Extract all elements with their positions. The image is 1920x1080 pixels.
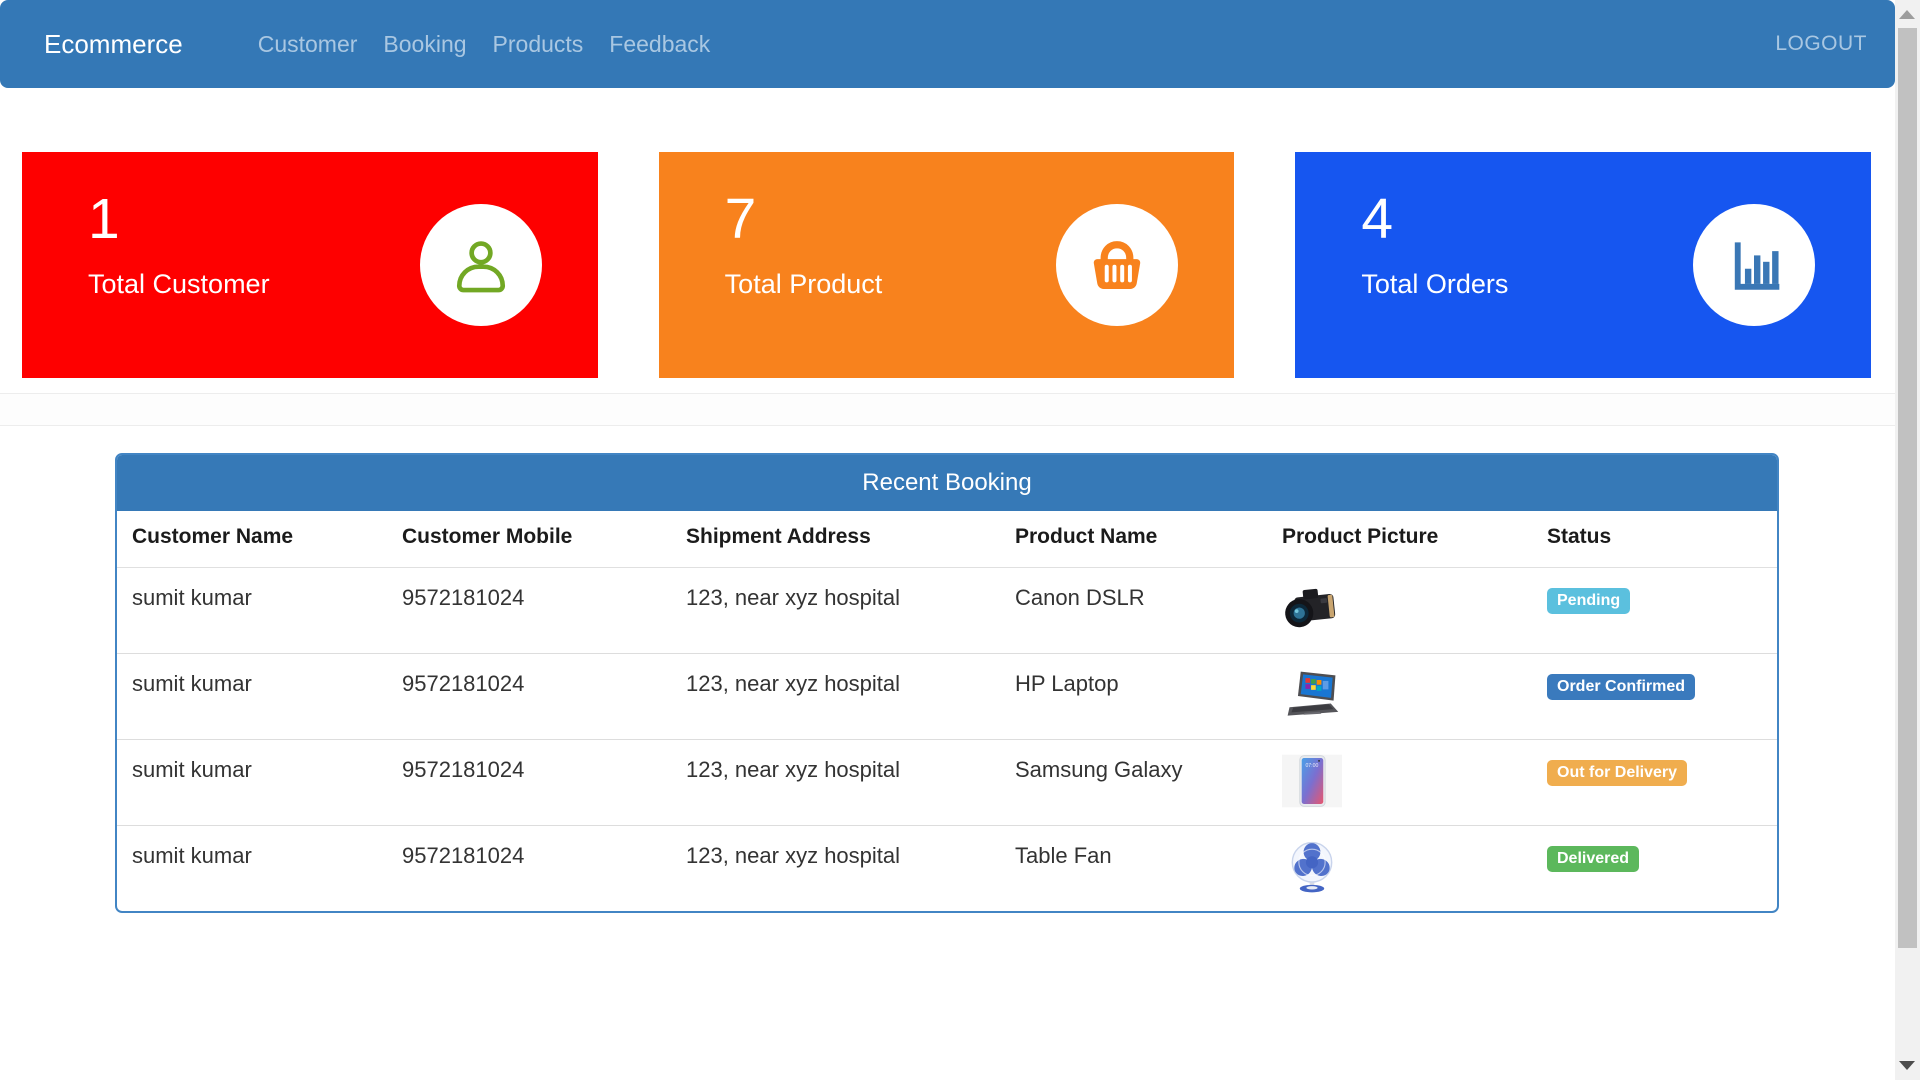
booking-row: sumit kumar 9572181024 123, near xyz hos… (117, 738, 1777, 825)
status-badge-out-for-delivery: Out for Delivery (1547, 759, 1688, 786)
section-divider (0, 393, 1895, 426)
col-shipment-address: Shipment Address (671, 511, 1000, 568)
cell-customer-mobile: 9572181024 (387, 824, 671, 911)
stat-card-total-product: 7 Total Product (658, 152, 1235, 378)
nav-item-customer[interactable]: Customer (245, 31, 371, 58)
booking-row: sumit kumar 9572181024 123, near xyz hos… (117, 824, 1777, 911)
cell-customer-name: sumit kumar (132, 584, 252, 610)
nav-item-feedback[interactable]: Feedback (596, 31, 723, 58)
scrollbar-thumb[interactable] (1898, 28, 1917, 948)
nav-links: Customer Booking Products Feedback (245, 31, 724, 58)
bar-chart-icon (1693, 204, 1816, 326)
recent-booking-panel: Recent Booking Customer Name Customer Mo… (115, 453, 1779, 913)
stat-cards: 1 Total Customer 7 Total Product 4 Total… (22, 152, 1872, 378)
cell-product-name: Canon DSLR (1015, 584, 1145, 610)
status-badge-pending: Pending (1547, 587, 1631, 614)
top-navbar: Ecommerce Customer Booking Products Feed… (0, 0, 1895, 88)
stat-card-total-orders: 4 Total Orders (1295, 152, 1872, 378)
status-badge-delivered: Delivered (1547, 845, 1640, 872)
svg-text:07:00: 07:00 (1305, 762, 1318, 768)
cell-product-picture (1267, 567, 1532, 653)
booking-row: sumit kumar 9572181024 123, near xyz hos… (117, 567, 1777, 653)
cell-customer-name: sumit kumar (117, 738, 387, 825)
col-product-name: Product Name (1000, 511, 1267, 568)
col-customer-mobile: Customer Mobile (387, 511, 671, 568)
status-badge-order-confirmed: Order Confirmed (1547, 673, 1696, 700)
recent-booking-table: Customer Name Customer Mobile Shipment A… (117, 511, 1777, 911)
cell-shipment-address: 123, near xyz hospital (671, 824, 1000, 911)
stat-card-total-customer: 1 Total Customer (22, 152, 598, 378)
cell-product-name: Table Fan (1000, 824, 1267, 911)
cell-shipment-address: 123, near xyz hospital (671, 738, 1000, 825)
vertical-scrollbar[interactable] (1895, 0, 1920, 1080)
page: Ecommerce Customer Booking Products Feed… (0, 0, 1895, 913)
cell-product-picture: 07:00 (1267, 738, 1532, 825)
basket-icon (1056, 204, 1179, 326)
cell-status: Delivered (1532, 824, 1777, 911)
cell-customer-mobile: 9572181024 (402, 584, 525, 610)
brand-ecommerce[interactable]: Ecommerce (44, 29, 183, 60)
cell-product-name: HP Laptop (1000, 652, 1267, 739)
cell-customer-name: sumit kumar (117, 652, 387, 739)
panel-title: Recent Booking (117, 455, 1777, 511)
nav-item-booking[interactable]: Booking (370, 31, 479, 58)
cell-shipment-address: 123, near xyz hospital (671, 652, 1000, 739)
col-customer-name: Customer Name (117, 511, 387, 568)
fan-photo (1282, 839, 1342, 895)
booking-row: sumit kumar 9572181024 123, near xyz hos… (117, 652, 1777, 739)
phone-photo: 07:00 (1282, 753, 1342, 809)
cell-status: Order Confirmed (1532, 652, 1777, 739)
cell-product-picture (1267, 652, 1532, 739)
cell-product-name: Samsung Galaxy (1000, 738, 1267, 825)
logout-link[interactable]: LOGOUT (1775, 32, 1867, 56)
cell-customer-mobile: 9572181024 (387, 652, 671, 739)
nav-item-products[interactable]: Products (480, 31, 597, 58)
col-product-picture: Product Picture (1267, 511, 1532, 568)
scroll-up-arrow-icon[interactable] (1899, 10, 1915, 19)
camera-photo (1282, 581, 1342, 637)
cell-customer-mobile: 9572181024 (387, 738, 671, 825)
cell-status: Pending (1532, 567, 1777, 653)
laptop-photo (1282, 667, 1342, 723)
scroll-down-arrow-icon[interactable] (1899, 1061, 1915, 1070)
col-status: Status (1532, 511, 1777, 568)
cell-shipment-address: 123, near xyz hospital (686, 584, 901, 610)
cell-customer-name: sumit kumar (117, 824, 387, 911)
cell-status: Out for Delivery (1532, 738, 1777, 825)
cell-product-picture (1267, 824, 1532, 911)
table-header-row: Customer Name Customer Mobile Shipment A… (117, 511, 1777, 568)
person-icon (419, 204, 542, 326)
